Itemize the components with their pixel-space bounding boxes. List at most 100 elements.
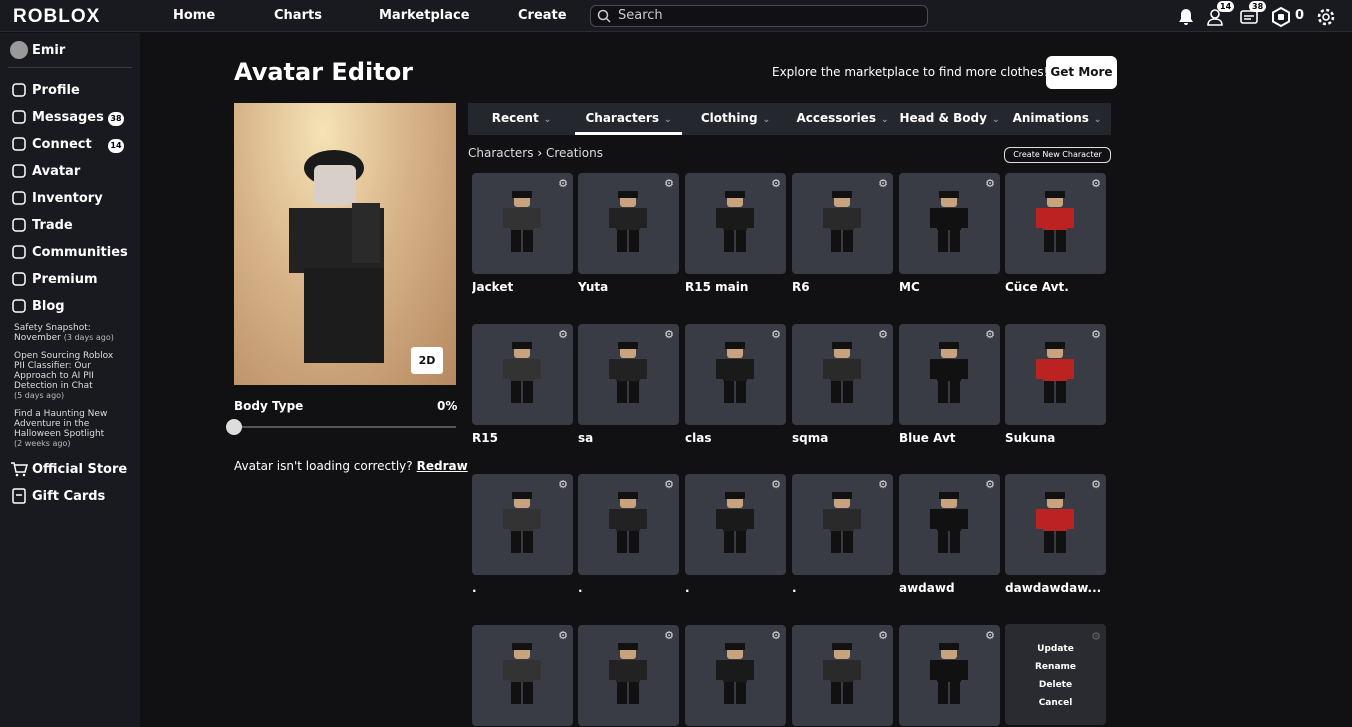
sidebar-item-connect[interactable]: Connect (10, 135, 92, 153)
gear-icon[interactable]: ⚙ (558, 478, 568, 491)
character-card[interactable]: ⚙ (1005, 323, 1106, 425)
gear-icon[interactable]: ⚙ (771, 177, 781, 190)
gear-icon[interactable]: ⚙ (664, 328, 674, 341)
gear-icon[interactable]: ⚙ (1091, 478, 1101, 491)
roblox-logo[interactable]: ROBLOX (13, 6, 100, 28)
gear-icon[interactable]: ⚙ (985, 328, 995, 341)
tab-head-body[interactable]: Head & Body ⌄ (896, 103, 1003, 135)
gear-icon[interactable]: ⚙ (664, 478, 674, 491)
character-card[interactable]: ⚙ (472, 624, 573, 726)
character-card[interactable]: ⚙ (1005, 173, 1106, 274)
character-thumbnail (823, 642, 861, 704)
gear-icon[interactable]: ⚙ (771, 629, 781, 642)
tab-label: Animations (1012, 111, 1089, 125)
menu-cancel[interactable]: Cancel (1005, 694, 1106, 712)
gear-icon[interactable]: ⚙ (878, 328, 888, 341)
character-card[interactable]: ⚙ (578, 474, 679, 575)
character-card[interactable]: ⚙ (578, 624, 679, 726)
character-name: dawdawdaw... (1005, 581, 1102, 595)
tab-characters[interactable]: Characters ⌄ (575, 103, 682, 135)
menu-rename[interactable]: Rename (1005, 658, 1106, 676)
tab-accessories[interactable]: Accessories ⌄ (789, 103, 896, 135)
sidebar-item-premium[interactable]: Premium (10, 270, 98, 288)
create-new-character-button[interactable]: Create New Character (1004, 147, 1111, 163)
character-card[interactable]: ⚙ (1005, 474, 1106, 575)
tab-recent[interactable]: Recent ⌄ (468, 103, 575, 135)
character-thumbnail (823, 191, 861, 252)
gear-icon[interactable]: ⚙ (771, 478, 781, 491)
search-placeholder: Search (618, 8, 663, 23)
sidebar-item-inventory[interactable]: Inventory (10, 189, 103, 207)
sidebar-user[interactable]: Emir (10, 41, 65, 59)
gear-icon[interactable]: ⚙ (664, 177, 674, 190)
nav-create[interactable]: Create (518, 8, 567, 23)
settings-gear-icon[interactable] (1315, 6, 1337, 28)
character-card[interactable]: ⚙ (899, 624, 1000, 726)
robux-icon[interactable] (1270, 6, 1292, 28)
sidebar-item-gift-cards[interactable]: Gift Cards (10, 487, 105, 505)
sidebar-item-label: Blog (32, 298, 65, 314)
character-thumbnail (716, 341, 754, 403)
gear-icon[interactable]: ⚙ (558, 328, 568, 341)
nav-charts[interactable]: Charts (274, 8, 322, 23)
character-card[interactable]: ⚙ (792, 323, 893, 425)
avatar-preview[interactable]: 2D (234, 103, 456, 385)
sidebar-item-official-store[interactable]: Official Store (10, 460, 127, 478)
gear-icon[interactable]: ⚙ (664, 629, 674, 642)
breadcrumb-characters[interactable]: Characters (468, 146, 534, 160)
toggle-2d-button[interactable]: 2D (411, 347, 443, 374)
body-type-slider[interactable] (226, 419, 456, 435)
tab-clothing[interactable]: Clothing ⌄ (682, 103, 789, 135)
divider (8, 67, 132, 68)
sidebar-item-messages[interactable]: Messages (10, 108, 104, 126)
nav-home[interactable]: Home (173, 8, 215, 23)
gear-icon[interactable]: ⚙ (1091, 328, 1101, 341)
character-card[interactable]: ⚙ (792, 474, 893, 575)
gear-icon[interactable]: ⚙ (558, 629, 568, 642)
redraw-link[interactable]: Redraw (417, 459, 468, 473)
sidebar-item-profile[interactable]: Profile (10, 81, 80, 99)
character-card[interactable]: ⚙ (472, 173, 573, 274)
trade-icon (12, 218, 26, 232)
slider-knob[interactable] (226, 419, 242, 435)
character-card[interactable]: ⚙ (685, 474, 786, 575)
get-more-button[interactable]: Get More (1046, 56, 1117, 89)
blog-post[interactable]: Open Sourcing Roblox PII Classifier: Our… (14, 351, 124, 401)
bell-icon[interactable] (1175, 6, 1197, 28)
blog-post[interactable]: Safety Snapshot: November (3 days ago) (14, 323, 124, 343)
sidebar-item-avatar[interactable]: Avatar (10, 162, 80, 180)
character-card[interactable]: ⚙ (685, 323, 786, 425)
character-card[interactable]: ⚙ (578, 323, 679, 425)
gear-icon[interactable]: ⚙ (878, 629, 888, 642)
sidebar-item-trade[interactable]: Trade (10, 216, 73, 234)
gear-icon[interactable]: ⚙ (1091, 177, 1101, 190)
breadcrumb: Characters › Creations (468, 146, 603, 160)
gear-icon[interactable]: ⚙ (985, 629, 995, 642)
gear-icon[interactable]: ⚙ (878, 478, 888, 491)
character-card[interactable]: ⚙ (472, 474, 573, 575)
search-input[interactable]: Search (590, 5, 928, 27)
character-card[interactable]: ⚙ (899, 173, 1000, 274)
character-card[interactable]: ⚙ (472, 323, 573, 425)
gear-icon[interactable]: ⚙ (558, 177, 568, 190)
gear-icon[interactable]: ⚙ (985, 478, 995, 491)
character-card[interactable]: ⚙ (578, 173, 679, 274)
character-card[interactable]: ⚙ (792, 624, 893, 726)
character-card[interactable]: ⚙ (685, 173, 786, 274)
character-card[interactable]: ⚙ (899, 323, 1000, 425)
character-card[interactable]: ⚙ (792, 173, 893, 274)
character-thumbnail (1036, 341, 1074, 403)
character-card[interactable]: ⚙ (685, 624, 786, 726)
gear-icon[interactable]: ⚙ (878, 177, 888, 190)
menu-delete[interactable]: Delete (1005, 676, 1106, 694)
gear-icon[interactable]: ⚙ (985, 177, 995, 190)
nav-marketplace[interactable]: Marketplace (379, 8, 470, 23)
sidebar-item-communities[interactable]: Communities (10, 243, 128, 261)
character-card[interactable]: ⚙ (899, 474, 1000, 575)
tab-animations[interactable]: Animations ⌄ (1003, 103, 1111, 135)
gear-icon[interactable]: ⚙ (771, 328, 781, 341)
robux-balance: 0 (1295, 8, 1305, 23)
blog-post[interactable]: Find a Haunting New Adventure in the Hal… (14, 409, 124, 449)
gear-icon[interactable]: ⚙ (1091, 628, 1101, 646)
sidebar-item-blog[interactable]: Blog (10, 297, 65, 315)
